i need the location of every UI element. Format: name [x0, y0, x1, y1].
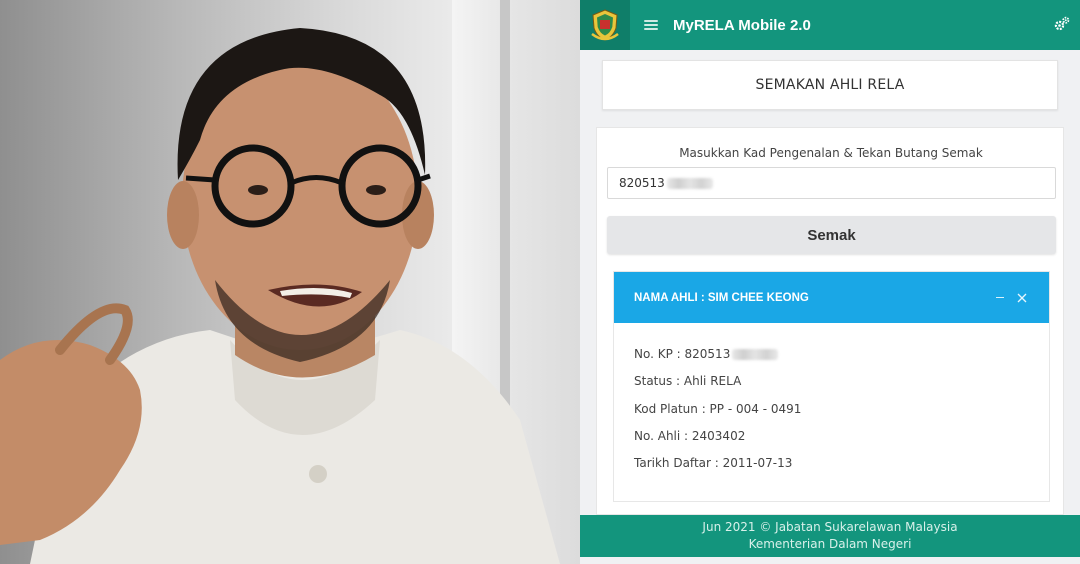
- member-details: No. KP : 820513 Status : Ahli RELA Kod P…: [614, 323, 1049, 483]
- detail-no-ahli: No. Ahli : 2403402: [634, 428, 746, 443]
- detail-tarikh-daftar: Tarikh Daftar : 2011-07-13: [634, 456, 793, 471]
- footer-copyright: Jun 2021 © Jabatan Sukarelawan Malaysia: [702, 520, 958, 534]
- member-result-panel: NAMA AHLI : SIM CHEE KEONG No. KP : 8205…: [613, 271, 1050, 502]
- blurred-digits: [732, 349, 779, 360]
- rela-emblem-icon[interactable]: [580, 0, 630, 50]
- ic-input-label: Masukkan Kad Pengenalan & Tekan Butang S…: [679, 146, 983, 160]
- ic-number-input[interactable]: 820513: [607, 167, 1056, 199]
- search-form-card: Masukkan Kad Pengenalan & Tekan Butang S…: [596, 127, 1064, 515]
- bottom-strip: [580, 557, 1080, 564]
- blurred-digits: [666, 177, 713, 189]
- detail-no-kp-text: No. KP : 820513: [634, 347, 731, 361]
- mobile-app-screen: MyRELA Mobile 2.0 SEMAKAN AHLI RELA Masu…: [580, 0, 1080, 564]
- portrait-photo: [0, 0, 580, 564]
- semak-button[interactable]: Semak: [607, 216, 1056, 254]
- page-heading: SEMAKAN AHLI RELA: [755, 77, 905, 93]
- member-result-header: NAMA AHLI : SIM CHEE KEONG: [614, 272, 1049, 323]
- member-name: NAMA AHLI : SIM CHEE KEONG: [634, 291, 809, 304]
- close-icon[interactable]: [1015, 290, 1029, 304]
- detail-status: Status : Ahli RELA: [634, 374, 742, 389]
- footer-ministry: Kementerian Dalam Negeri: [748, 537, 912, 551]
- hamburger-icon[interactable]: [644, 20, 658, 30]
- page-heading-card: SEMAKAN AHLI RELA: [602, 60, 1058, 110]
- man-portrait-illustration: [0, 28, 560, 564]
- gears-icon[interactable]: [1054, 16, 1070, 32]
- minimize-icon[interactable]: [993, 290, 1007, 304]
- ic-number-value: 820513: [619, 176, 665, 190]
- footer: Jun 2021 © Jabatan Sukarelawan Malaysia …: [580, 515, 1080, 557]
- app-title: MyRELA Mobile 2.0: [673, 16, 811, 34]
- detail-kod-platun: Kod Platun : PP - 004 - 0491: [634, 401, 802, 416]
- detail-no-kp: No. KP : 820513: [634, 347, 1049, 374]
- top-app-bar: MyRELA Mobile 2.0: [580, 0, 1080, 50]
